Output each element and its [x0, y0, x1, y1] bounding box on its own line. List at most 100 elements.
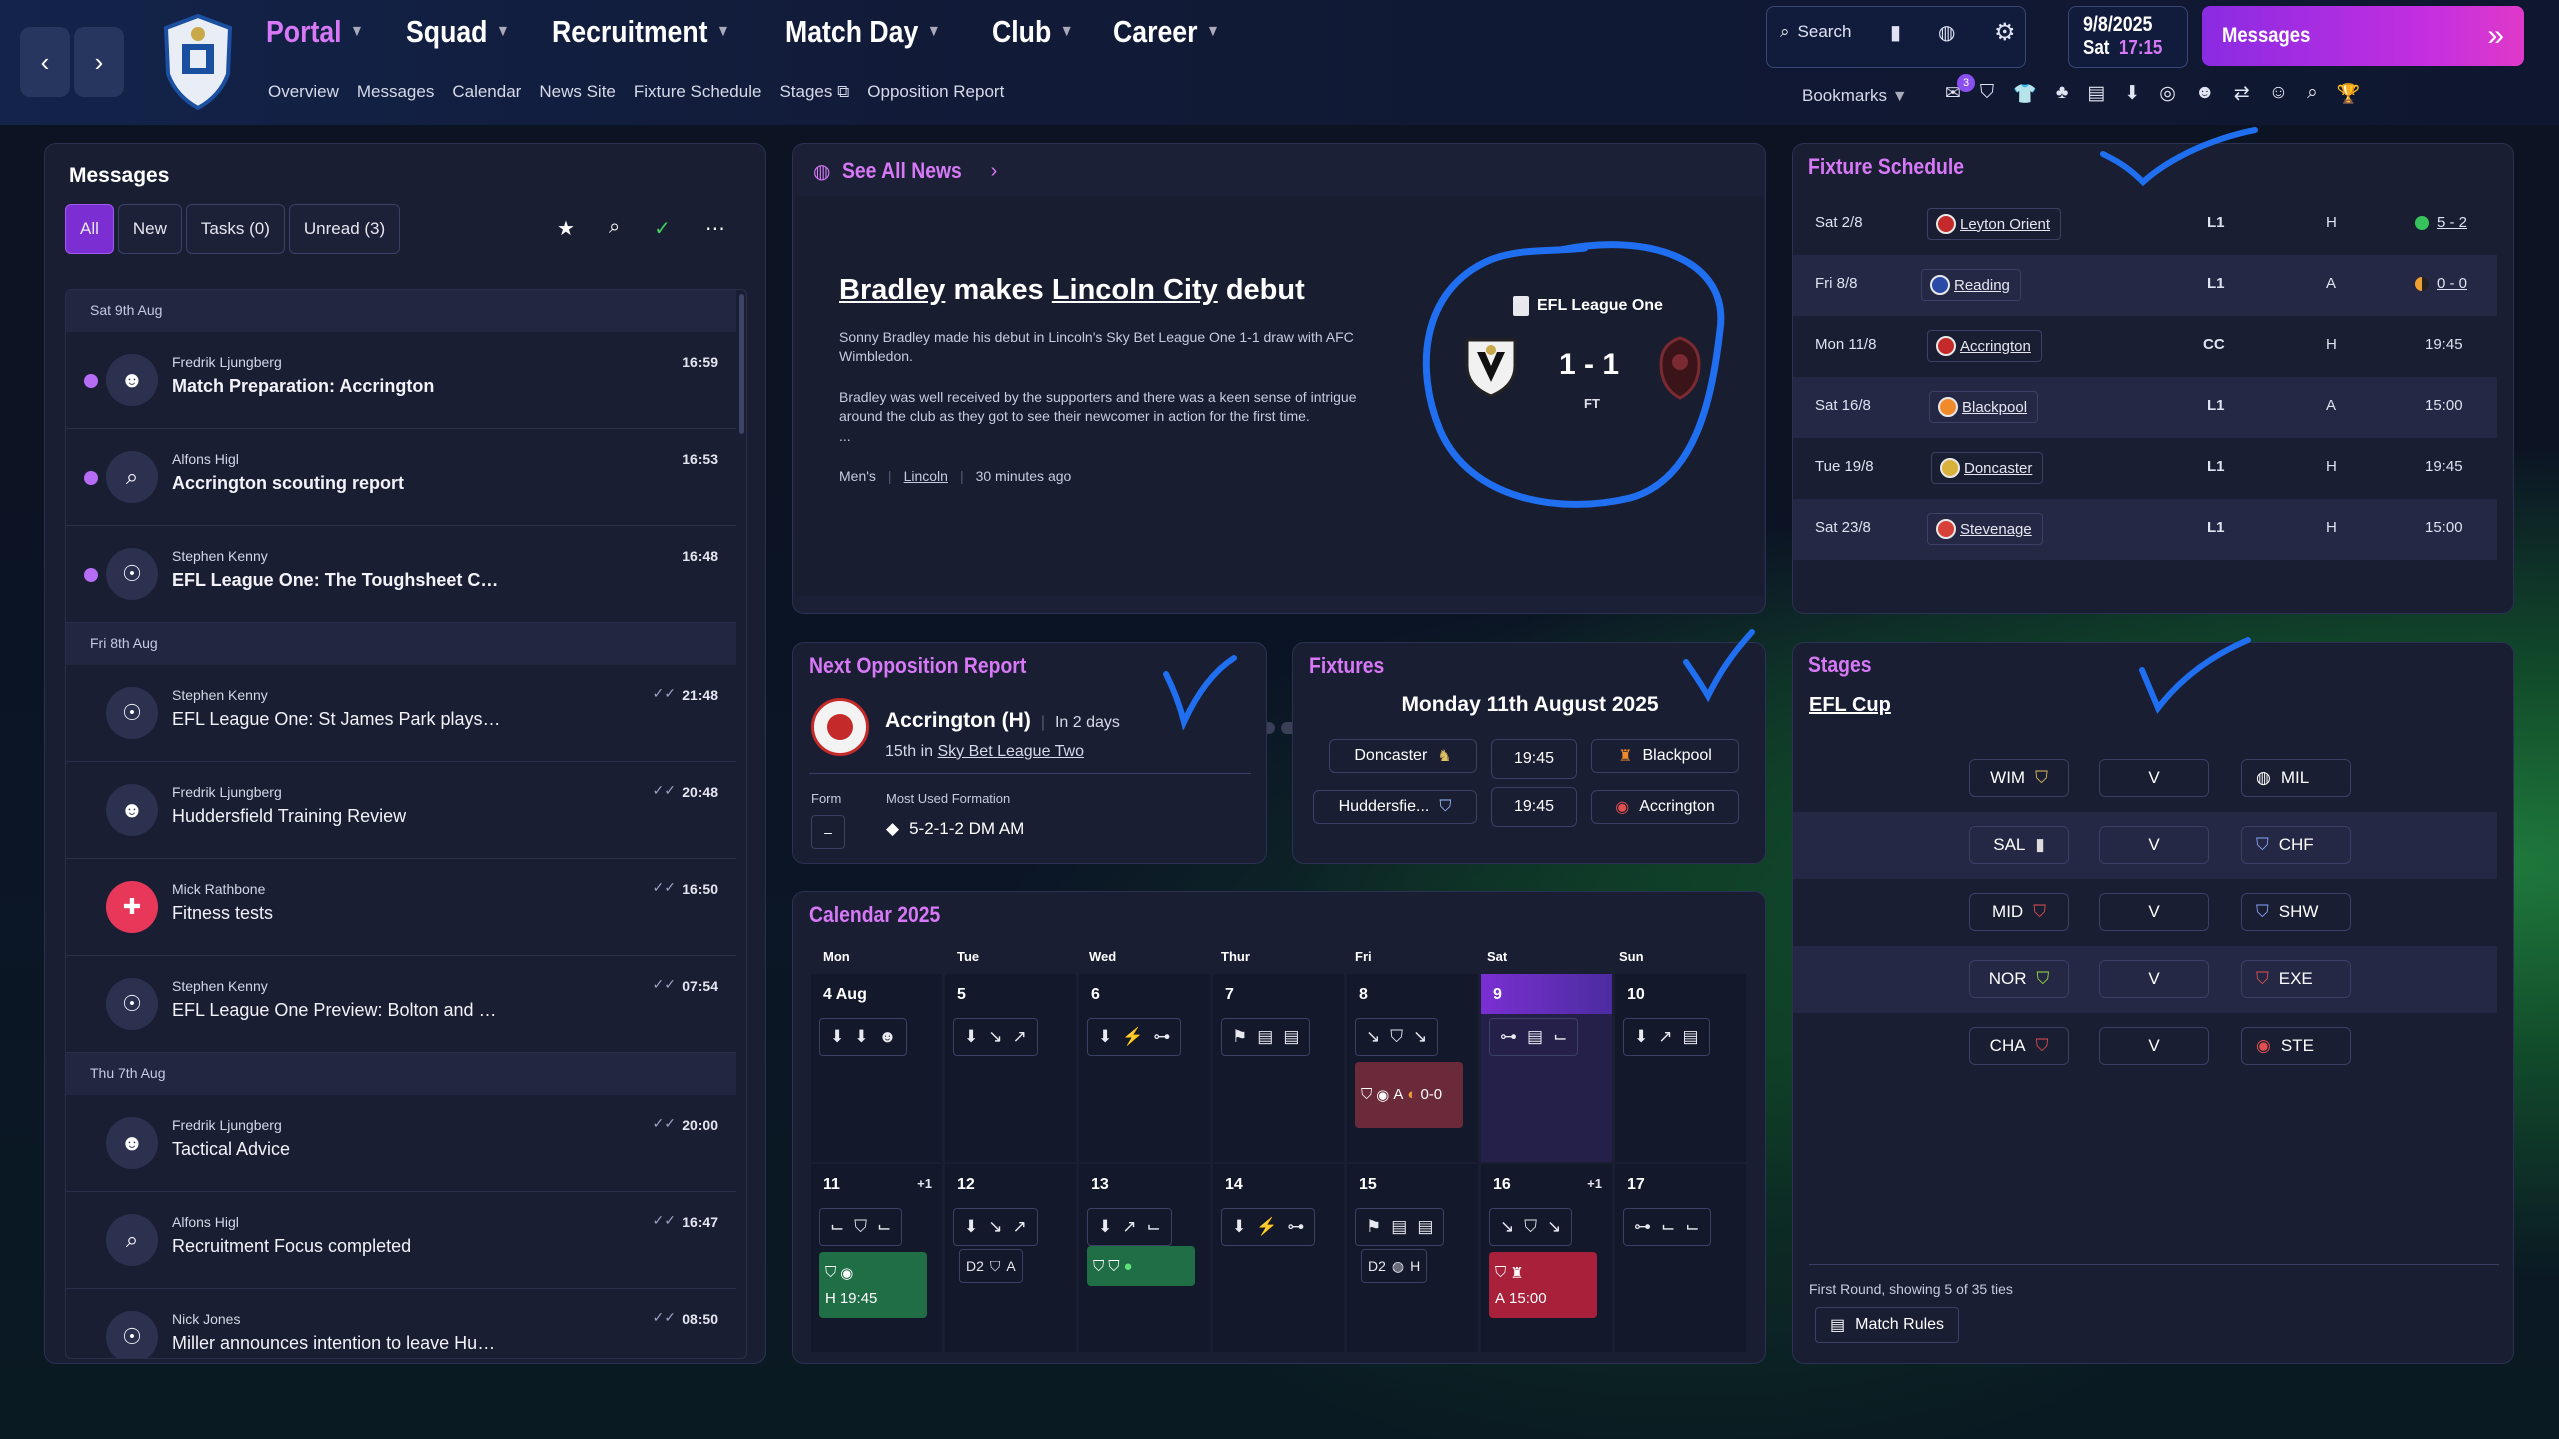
opposition-report-title[interactable]: Next Opposition Report	[809, 653, 1026, 679]
match-event[interactable]: ⛉ ◉ H 19:45	[819, 1252, 927, 1318]
cup-tie-row[interactable]: WIM ⛉ V ◍ MIL	[1793, 745, 2497, 812]
day-activities[interactable]: ↘ ⛉ ↘	[1355, 1018, 1439, 1056]
calendar-day[interactable]: 8 ↘ ⛉ ↘ ⛉ ◉ A ◐ 0-0	[1347, 974, 1478, 1162]
match-event[interactable]: ⛉ ♜ A 15:00	[1489, 1252, 1597, 1318]
calendar-title[interactable]: Calendar 2025	[809, 902, 940, 928]
team-icon[interactable]: ♣	[2056, 82, 2068, 106]
list-item[interactable]: ⌕ Alfons Higl Accrington scouting report 16…	[66, 429, 736, 526]
day-activities[interactable]: ⊶ ⌙ ⌙	[1623, 1208, 1711, 1246]
opponent-name[interactable]: Accrington (H)	[885, 709, 1031, 733]
fixtures-title[interactable]: Fixtures	[1309, 653, 1384, 679]
home-team-pill[interactable]: NOR ⛉	[1969, 960, 2069, 998]
shirt-icon[interactable]: 👕	[2013, 82, 2037, 106]
nav-match-day[interactable]: Match Day ▼	[785, 14, 941, 50]
calendar-day[interactable]: 7 ⚑ ▤ ▤	[1213, 974, 1344, 1162]
day-activities[interactable]: ⬇ ↘ ↗	[953, 1018, 1038, 1056]
calendar-day[interactable]: 10 ⬇ ↗ ▤	[1615, 974, 1746, 1162]
trophy-icon[interactable]: 🏆	[2337, 82, 2361, 106]
filter-unread[interactable]: Unread (3)	[288, 204, 401, 254]
day-activities[interactable]: ⚑ ▤ ▤	[1355, 1208, 1445, 1246]
day-activities[interactable]: ⬇ ⬇ ☻	[819, 1018, 908, 1056]
nav-career[interactable]: Career ▼	[1113, 14, 1220, 50]
chat-icon[interactable]: ✉ 3	[1945, 74, 1975, 106]
people-icon[interactable]: ☺	[2269, 82, 2288, 106]
day-activities[interactable]: ⌙ ⛉ ⌙	[819, 1208, 903, 1246]
list-item[interactable]: ☻ Fredrik Ljungberg Match Preparation: Acc…	[66, 332, 736, 429]
shield-icon[interactable]: ⛉	[1980, 82, 1994, 106]
nav-squad[interactable]: Squad ▼	[406, 14, 510, 50]
see-all-news-link[interactable]: ◍ See All News ›	[813, 158, 997, 184]
calendar-day[interactable]: 17 ⊶ ⌙ ⌙	[1615, 1164, 1746, 1352]
away-team-pill[interactable]: ◉ Accrington	[1591, 790, 1739, 824]
match-event[interactable]: ⛉ ⛉ ●	[1087, 1246, 1195, 1286]
opponent-link[interactable]: Blackpool	[1929, 391, 2039, 423]
calendar-day[interactable]: 13 ⬇ ↗ ⌙ ⛉ ⛉ ●	[1079, 1164, 1210, 1352]
home-team-pill[interactable]: MID ⛉	[1969, 893, 2069, 931]
message-list[interactable]: Sat 9th Aug ☻ Fredrik Ljungberg Match Prep…	[65, 289, 747, 1359]
league-link[interactable]: Sky Bet League Two	[938, 743, 1084, 760]
calendar-day[interactable]: 4 Aug ⬇ ⬇ ☻	[811, 974, 942, 1162]
headline-club-link[interactable]: Lincoln City	[1052, 274, 1218, 306]
opponent-link[interactable]: Leyton Orient	[1927, 208, 2062, 240]
away-team-pill[interactable]: ⛉ EXE	[2241, 960, 2351, 998]
subnav-calendar[interactable]: Calendar	[452, 82, 521, 102]
away-team-pill[interactable]: ♜ Blackpool	[1591, 739, 1739, 773]
forward-button[interactable]: ›	[74, 27, 124, 97]
more-icon[interactable]: ⋯	[705, 216, 725, 241]
list-item[interactable]: ☉ Stephen Kenny EFL League One Preview: Bo…	[66, 956, 736, 1053]
home-team-pill[interactable]: Huddersfie... ⛉	[1313, 790, 1477, 824]
home-team-pill[interactable]: SAL ▮	[1969, 826, 2069, 864]
list-item[interactable]: ☻ Fredrik Ljungberg Huddersfield Training …	[66, 762, 736, 859]
day-activities[interactable]: ⬇ ↗ ⌙	[1087, 1208, 1172, 1246]
day-activities[interactable]: ⬇ ⚡ ⊶	[1087, 1018, 1182, 1056]
list-item[interactable]: ✚ Mick Rathbone Fitness tests ✓✓ 16:50	[66, 859, 736, 956]
list-item[interactable]: ☉ Stephen Kenny EFL League One: St James P…	[66, 665, 736, 762]
fixture-row[interactable]: Huddersfie... ⛉ 19:45 ◉ Accrington	[1313, 787, 1739, 827]
more-events-count[interactable]: +1	[1587, 1176, 1602, 1191]
mark-read-icon[interactable]: ✓	[654, 216, 671, 241]
match-event[interactable]: D2 ◍ H	[1355, 1246, 1463, 1286]
versus-button[interactable]: V	[2099, 1027, 2209, 1065]
stages-title[interactable]: Stages	[1808, 652, 1871, 678]
table-row[interactable]: Sat 16/8 Blackpool L1 A 15:00	[1793, 377, 2497, 438]
more-events-count[interactable]: +1	[917, 1176, 932, 1191]
table-row[interactable]: Tue 19/8 Doncaster L1 H 19:45	[1793, 438, 2497, 499]
news-tag-link[interactable]: Lincoln	[904, 468, 948, 484]
subnav-news-site[interactable]: News Site	[539, 82, 616, 102]
star-icon[interactable]: ★	[557, 216, 575, 241]
gear-icon[interactable]: ⚙	[1994, 18, 2016, 47]
filter-all[interactable]: All	[65, 204, 114, 254]
ball-icon[interactable]: ◎	[2159, 82, 2176, 106]
day-activities[interactable]: ⊶ ▤ ⌙	[1489, 1018, 1579, 1056]
scout-icon[interactable]: ⌕	[2307, 82, 2318, 106]
away-team-pill[interactable]: ◉ STE	[2241, 1027, 2351, 1065]
fixture-row[interactable]: Doncaster ♞ 19:45 ♜ Blackpool	[1329, 739, 1739, 779]
subnav-messages[interactable]: Messages	[357, 82, 434, 102]
subnav-overview[interactable]: Overview	[268, 82, 339, 102]
back-button[interactable]: ‹	[20, 27, 70, 97]
calendar-day[interactable]: 14 ⬇ ⚡ ⊶	[1213, 1164, 1344, 1352]
match-event[interactable]: ⛉ ◉ A ◐ 0-0	[1355, 1062, 1463, 1128]
table-row[interactable]: Sat 23/8 Stevenage L1 H 15:00	[1793, 499, 2497, 560]
home-team-pill[interactable]: Doncaster ♞	[1329, 739, 1477, 773]
headline-player-link[interactable]: Bradley	[839, 274, 945, 306]
away-team-pill[interactable]: ⛉ SHW	[2241, 893, 2351, 931]
table-row[interactable]: Fri 8/8 Reading L1 A 0 - 0	[1793, 255, 2497, 316]
news-card[interactable]: Bradley makes Lincoln City debut Sonny B…	[795, 196, 1763, 596]
cup-tie-row[interactable]: CHA ⛉ V ◉ STE	[1793, 1013, 2497, 1080]
nav-portal[interactable]: Portal ▼	[266, 14, 364, 50]
cup-tie-row[interactable]: MID ⛉ V ⛉ SHW	[1793, 879, 2497, 946]
opponent-link[interactable]: Accrington	[1927, 330, 2042, 362]
day-activities[interactable]: ⬇ ⚡ ⊶	[1221, 1208, 1316, 1246]
calendar-day[interactable]: 15 ⚑ ▤ ▤ D2 ◍ H	[1347, 1164, 1478, 1352]
home-team-pill[interactable]: WIM ⛉	[1969, 759, 2069, 797]
table-row[interactable]: Mon 11/8 Accrington CC H 19:45	[1793, 316, 2497, 377]
globe-icon[interactable]: ◍	[1938, 20, 1955, 45]
versus-button[interactable]: V	[2099, 759, 2209, 797]
scrollbar[interactable]	[739, 294, 744, 434]
subnav-opposition-report[interactable]: Opposition Report	[867, 82, 1004, 102]
subnav-stages[interactable]: Stages ⧉	[779, 82, 849, 102]
day-activities[interactable]: ⬇ ↗ ▤	[1623, 1018, 1710, 1056]
away-team-pill[interactable]: ⛉ CHF	[2241, 826, 2351, 864]
versus-button[interactable]: V	[2099, 960, 2209, 998]
